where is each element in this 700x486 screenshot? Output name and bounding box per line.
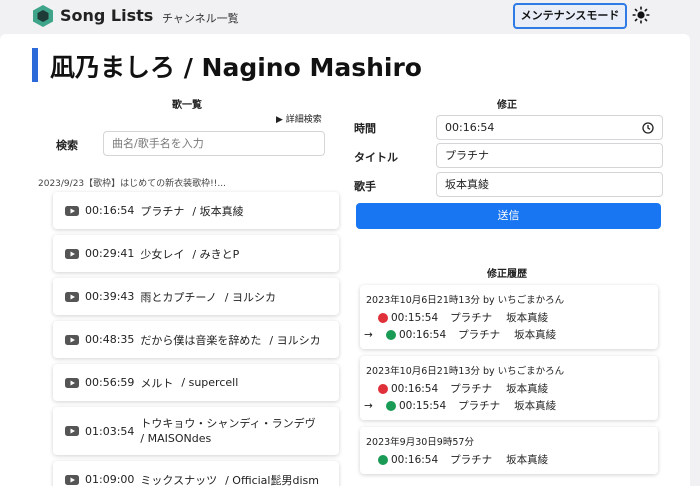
maintenance-mode-button[interactable]: メンテナンスモード [513, 3, 627, 29]
artist-input[interactable]: 坂本真綾 [436, 172, 663, 197]
youtube-play-icon [65, 426, 79, 436]
new-title: プラチナ [458, 400, 501, 412]
new-title: プラチナ [458, 329, 501, 341]
song-time: 01:09:00 [85, 473, 135, 486]
song-text-stack: トウキョウ・シャンディ・ランデヴ / MAISONdes [140, 416, 323, 446]
song-time: 00:48:35 [85, 333, 135, 346]
time-value: 00:16:54 [445, 121, 495, 134]
new-artist: 坂本真綾 [514, 329, 557, 341]
youtube-play-icon [65, 474, 79, 485]
old-title: プラチナ [450, 383, 493, 395]
new-time: 00:15:54 [399, 399, 447, 412]
song-item[interactable]: 00:29:41 少女レイ / みきとP [53, 235, 339, 272]
history-entry: 2023年9月30日9時57分 00:16:54 プラチナ 坂本真綾 [360, 427, 658, 474]
history-heading: 修正履歴 [487, 269, 527, 280]
history-old-line: 00:16:54 プラチナ 坂本真綾 [366, 380, 652, 397]
history-old-line: 00:15:54 プラチナ 坂本真綾 [366, 309, 652, 326]
history-meta: 2023年10月6日21時13分 by いちごまかろん [366, 295, 565, 306]
youtube-play-icon [65, 334, 79, 345]
submit-button[interactable]: 送信 [356, 203, 661, 229]
history-entry: 2023年10月6日21時13分 by いちごまかろん 00:16:54 プラチ… [360, 356, 658, 420]
old-title: プラチナ [450, 312, 493, 324]
song-item[interactable]: 01:03:54 トウキョウ・シャンディ・ランデヴ / MAISONdes [53, 407, 339, 455]
new-time: 00:16:54 [399, 328, 447, 341]
green-dot-icon [386, 329, 396, 340]
old-time: 00:16:54 [391, 382, 439, 395]
sun-icon[interactable] [632, 6, 650, 24]
song-artist: / Official髭男dism [225, 473, 319, 486]
advanced-search-toggle[interactable]: ▶ 詳細検索 [276, 112, 322, 125]
youtube-play-icon [65, 205, 79, 216]
brand-name[interactable]: Song Lists [60, 6, 153, 25]
song-artist: / MAISONdes [140, 432, 212, 445]
artist-label: 歌手 [354, 180, 376, 193]
song-artist: / ヨルシカ [224, 290, 276, 304]
song-time: 00:39:43 [85, 290, 135, 303]
history-list: 2023年10月6日21時13分 by いちごまかろん 00:15:54 プラチ… [360, 285, 658, 481]
history-new-line: → 00:15:54 プラチナ 坂本真綾 [364, 397, 652, 414]
old-time: 00:15:54 [391, 311, 439, 324]
song-title: プラチナ [140, 204, 185, 218]
youtube-play-icon [65, 291, 79, 302]
artist-value: 坂本真綾 [445, 178, 489, 191]
title-input[interactable]: プラチナ [436, 143, 663, 168]
song-title: だから僕は音楽を辞めた [140, 333, 262, 347]
song-item[interactable]: 00:48:35 だから僕は音楽を辞めた / ヨルシカ [53, 321, 339, 358]
new-artist: 坂本真綾 [506, 454, 549, 466]
red-dot-icon [378, 383, 388, 394]
clock-icon[interactable] [642, 122, 654, 134]
history-new-line: 00:16:54 プラチナ 坂本真綾 [366, 451, 652, 468]
history-entry: 2023年10月6日21時13分 by いちごまかろん 00:15:54 プラチ… [360, 285, 658, 349]
green-dot-icon [378, 454, 388, 465]
song-list-heading: 歌一覧 [172, 100, 202, 111]
song-item[interactable]: 00:39:43 雨とカプチーノ / ヨルシカ [53, 278, 339, 315]
song-item[interactable]: 01:09:00 ミックスナッツ / Official髭男dism [53, 461, 339, 486]
song-artist: / supercell [181, 376, 239, 389]
main-content: 凪乃ましろ / Nagino Mashiro 歌一覧 ▶ 詳細検索 検索 202… [0, 34, 690, 486]
song-title: トウキョウ・シャンディ・ランデヴ [140, 417, 316, 430]
song-title: ミックスナッツ [140, 473, 218, 486]
old-artist: 坂本真綾 [506, 312, 549, 324]
video-title: 2023/9/23【歌枠】はじめての新衣装歌枠!!... [38, 179, 226, 189]
song-item[interactable]: 00:16:54 プラチナ / 坂本真綾 [53, 192, 339, 229]
history-meta: 2023年9月30日9時57分 [366, 437, 474, 448]
new-time: 00:16:54 [391, 453, 439, 466]
song-item[interactable]: 00:56:59 メルト / supercell [53, 364, 339, 401]
time-label: 時間 [354, 122, 376, 135]
song-artist: / 坂本真綾 [192, 204, 244, 218]
window-right-edge [690, 34, 700, 486]
song-title: 少女レイ [140, 247, 185, 261]
search-input[interactable] [103, 131, 325, 156]
song-title: 雨とカプチーノ [140, 290, 217, 304]
top-header: Song Lists チャンネル一覧 メンテナンスモード [0, 0, 700, 34]
new-title: プラチナ [450, 454, 493, 466]
old-artist: 坂本真綾 [506, 383, 549, 395]
nav-link-channels[interactable]: チャンネル一覧 [162, 10, 239, 26]
youtube-play-icon [65, 377, 79, 388]
song-list: 00:16:54 プラチナ / 坂本真綾 00:29:41 少女レイ / みきと… [53, 192, 339, 486]
title-value: プラチナ [445, 149, 489, 162]
song-time: 00:29:41 [85, 247, 135, 260]
time-input[interactable]: 00:16:54 [436, 115, 663, 140]
song-title: メルト [140, 376, 174, 390]
history-meta: 2023年10月6日21時13分 by いちごまかろん [366, 366, 565, 377]
song-artist: / ヨルシカ [269, 333, 321, 347]
song-time: 01:03:54 [85, 424, 135, 438]
song-time: 00:56:59 [85, 376, 135, 389]
title-accent-bar [32, 48, 38, 82]
app-logo-icon[interactable] [32, 4, 54, 28]
song-time: 00:16:54 [85, 204, 135, 217]
red-dot-icon [378, 312, 388, 323]
arrow-icon: → [364, 328, 373, 341]
arrow-icon: → [364, 399, 373, 412]
new-artist: 坂本真綾 [514, 400, 557, 412]
song-artist: / みきとP [192, 247, 240, 261]
green-dot-icon [386, 400, 396, 411]
page-title: 凪乃ましろ / Nagino Mashiro [50, 53, 422, 82]
search-label: 検索 [56, 139, 78, 152]
edit-heading: 修正 [497, 100, 517, 111]
history-new-line: → 00:16:54 プラチナ 坂本真綾 [364, 326, 652, 343]
youtube-play-icon [65, 248, 79, 259]
title-label: タイトル [354, 151, 398, 164]
